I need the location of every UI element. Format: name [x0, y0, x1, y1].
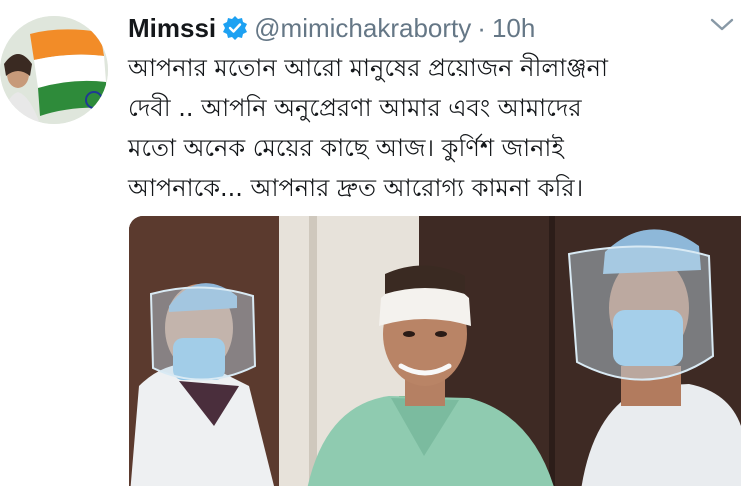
avatar-image	[0, 16, 108, 124]
tweet-header: Mimssi @mimichakraborty · 10h	[128, 10, 535, 46]
tweet-text: আপনার মতোন আরো মানুষের প্রয়োজন নীলাঞ্জন…	[128, 48, 728, 208]
photo-image	[129, 216, 741, 486]
tweet-media-photo[interactable]	[129, 216, 741, 486]
avatar[interactable]	[0, 16, 108, 124]
tweet-text-line: দেবী .. আপনি অনুপ্রেরণা আমার এবং আমাদের	[128, 94, 582, 122]
separator: ·	[477, 12, 486, 43]
chevron-down-icon	[710, 18, 734, 31]
tweet-text-line: মতো অনেক মেয়ের কাছে আজ। কুর্ণিশ জানাই	[128, 134, 564, 162]
tweet-text-line: আপনাকে... আপনার দ্রুত আরোগ্য কামনা করি।	[128, 174, 584, 202]
verified-badge-icon	[222, 15, 248, 41]
handle[interactable]: @mimichakraborty	[254, 13, 471, 44]
tweet-text-line: আপনার মতোন আরো মানুষের প্রয়োজন নীলাঞ্জন…	[128, 54, 608, 82]
tweet-card[interactable]: Mimssi @mimichakraborty · 10h আপনার মতোন…	[0, 0, 741, 486]
timestamp[interactable]: 10h	[492, 13, 535, 44]
display-name[interactable]: Mimssi	[128, 13, 216, 44]
tweet-menu-button[interactable]	[703, 10, 741, 40]
